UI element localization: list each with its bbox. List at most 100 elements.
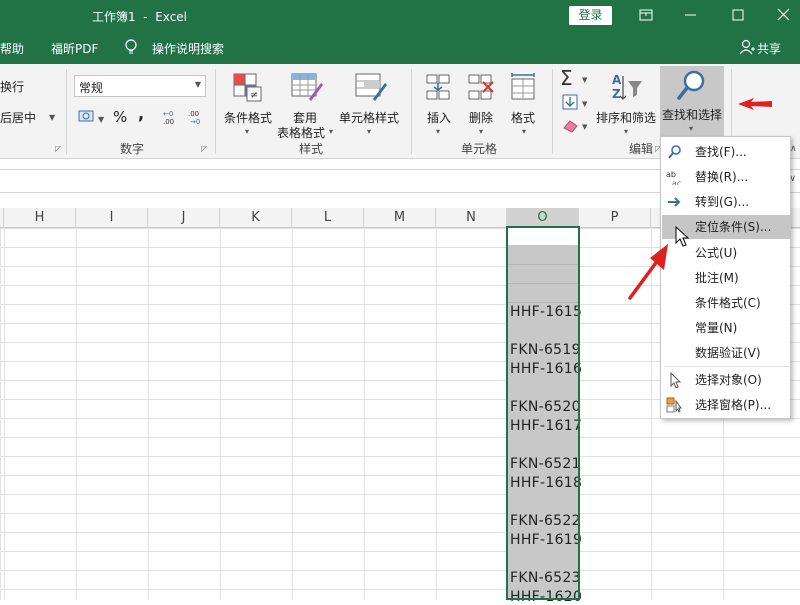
menu-item-replace[interactable]: ab ac 替换(R)... xyxy=(662,165,790,189)
wrap-text-button[interactable]: 换行 xyxy=(0,78,24,95)
number-group-label: 数字 xyxy=(120,142,145,156)
percent-button[interactable]: % xyxy=(113,108,127,126)
find-select-button[interactable]: 查找和选择 ▾ xyxy=(660,66,724,136)
increase-decimal-icon[interactable]: ←0.00 xyxy=(163,108,183,129)
title-bar: 工作簿1 - Excel 登录 xyxy=(0,0,800,32)
column-header-l[interactable]: L xyxy=(292,208,364,228)
selection-border xyxy=(506,226,580,600)
menu-item-label: 批注(M) xyxy=(695,271,739,285)
menu-item-goto[interactable]: 转到(G)... xyxy=(662,190,790,214)
dialog-launcher-icon[interactable]: ◸ xyxy=(55,144,61,153)
menu-item-comments[interactable]: 批注(M) xyxy=(662,266,790,290)
conditional-format-label: 条件格式 xyxy=(224,111,273,125)
dialog-launcher-icon[interactable]: ◸ xyxy=(201,144,207,153)
format-label: 格式 xyxy=(511,111,536,125)
person-icon xyxy=(739,39,755,58)
svg-text:ab: ab xyxy=(666,170,676,179)
clear-eraser-icon[interactable]: ▼ xyxy=(562,116,592,137)
svg-text:ac: ac xyxy=(672,179,681,185)
share-button[interactable]: 共享 xyxy=(757,40,781,57)
login-button[interactable]: 登录 xyxy=(569,6,612,25)
menu-item-select-objects[interactable]: 选择对象(O) xyxy=(662,368,790,392)
column-header-h[interactable]: H xyxy=(4,208,76,228)
conditional-format-icon: ≠ xyxy=(233,73,262,102)
chevron-down-icon: ▾ xyxy=(689,124,694,133)
column-header-k[interactable]: K xyxy=(220,208,292,228)
menu-item-label: 查找(F)... xyxy=(695,145,747,159)
menu-item-find[interactable]: 查找(F)... xyxy=(662,140,790,164)
replace-abc-icon: abac xyxy=(666,170,681,185)
menu-item-label: 选择窗格(P)... xyxy=(695,398,772,412)
menu-item-label: 常量(N) xyxy=(695,321,738,335)
column-header-n[interactable]: N xyxy=(436,208,507,228)
gridline xyxy=(4,228,5,600)
decrease-decimal-icon[interactable]: .00 →0 xyxy=(188,108,208,129)
cell-styles-icon xyxy=(355,73,387,101)
svg-text:←0: ←0 xyxy=(163,110,173,118)
separator xyxy=(66,69,67,154)
window-title: 工作簿1 - Excel xyxy=(92,10,188,24)
styles-group-label: 样式 xyxy=(299,142,324,156)
chevron-down-icon: ▼ xyxy=(194,80,201,89)
menu-item-conditional-formatting[interactable]: 条件格式(C) xyxy=(662,291,790,315)
menu-separator xyxy=(664,366,789,367)
magnifier-icon xyxy=(668,145,681,159)
maximize-icon[interactable] xyxy=(722,4,754,26)
close-icon[interactable] xyxy=(768,4,800,26)
minimize-icon[interactable] xyxy=(675,4,707,26)
chevron-down-icon: ▾ xyxy=(329,127,334,136)
column-header-j[interactable]: J xyxy=(148,208,220,228)
lightbulb-icon xyxy=(124,38,138,59)
autosum-icon[interactable]: Σ ▼ xyxy=(560,66,592,91)
svg-text:▼: ▼ xyxy=(582,76,588,84)
cells-group-label: 单元格 xyxy=(461,142,498,156)
separator xyxy=(411,69,412,154)
fill-down-icon[interactable]: ▼ xyxy=(562,94,592,115)
menu-bar: 帮助 福昕PDF 操作说明搜索 共享 xyxy=(0,32,800,64)
svg-text:→0: →0 xyxy=(190,118,200,126)
gridline xyxy=(76,228,77,600)
gridline xyxy=(220,228,221,600)
format-cells-icon xyxy=(511,73,535,100)
number-format-select[interactable]: 常规 ▼ xyxy=(74,75,206,97)
menu-item-label: 选择对象(O) xyxy=(695,373,762,387)
svg-text:▼: ▼ xyxy=(98,115,105,124)
separator xyxy=(552,69,553,154)
merge-center-button[interactable]: 后居中 xyxy=(0,109,36,126)
svg-text:A: A xyxy=(612,73,622,87)
svg-text:Z: Z xyxy=(612,87,621,101)
chevron-down-icon: ▾ xyxy=(245,127,250,136)
column-header-i[interactable]: I xyxy=(76,208,148,228)
chevron-down-icon: ▾ xyxy=(522,127,527,136)
merge-dropdown-icon[interactable]: ▼ xyxy=(49,113,55,122)
format-as-table-icon xyxy=(291,73,323,101)
menu-item-selection-pane[interactable]: 选择窗格(P)... xyxy=(662,393,790,417)
accounting-format-icon[interactable]: ▼ xyxy=(78,108,108,129)
gridline xyxy=(148,228,149,600)
gridline xyxy=(364,228,365,600)
menu-help[interactable]: 帮助 xyxy=(0,40,24,57)
insert-cells-icon xyxy=(426,74,450,100)
chevron-down-icon: ▾ xyxy=(479,127,484,136)
number-format-value: 常规 xyxy=(79,81,104,95)
column-header-m[interactable]: M xyxy=(364,208,436,228)
selection-pane-icon xyxy=(666,397,682,413)
sort-filter-label: 排序和筛选 xyxy=(596,111,657,125)
ribbon-display-options-icon[interactable] xyxy=(630,4,662,26)
column-header-o[interactable]: O xyxy=(507,208,579,228)
sort-filter-icon: A Z xyxy=(612,73,642,101)
magnifier-icon xyxy=(677,70,705,100)
tell-me-search[interactable]: 操作说明搜索 xyxy=(152,40,224,57)
delete-cells-icon xyxy=(468,74,494,100)
menu-item-data-validation[interactable]: 数据验证(V) xyxy=(662,341,790,365)
menu-item-constants[interactable]: 常量(N) xyxy=(662,316,790,340)
column-header-p[interactable]: P xyxy=(579,208,651,228)
menu-item-label: 替换(R)... xyxy=(695,170,749,184)
menu-item-label: 转到(G)... xyxy=(695,195,750,209)
comma-style-button[interactable]: , xyxy=(138,104,144,123)
menu-item-label: 公式(U) xyxy=(695,246,738,260)
menu-foxit-pdf[interactable]: 福昕PDF xyxy=(51,40,98,57)
find-select-dropdown: 查找(F)... ab ac 替换(R)... 转到(G)... 定位条件(S).… xyxy=(660,136,791,419)
annotation-arrow-icon xyxy=(628,244,668,300)
menu-item-label: 定位条件(S)... xyxy=(695,220,772,234)
